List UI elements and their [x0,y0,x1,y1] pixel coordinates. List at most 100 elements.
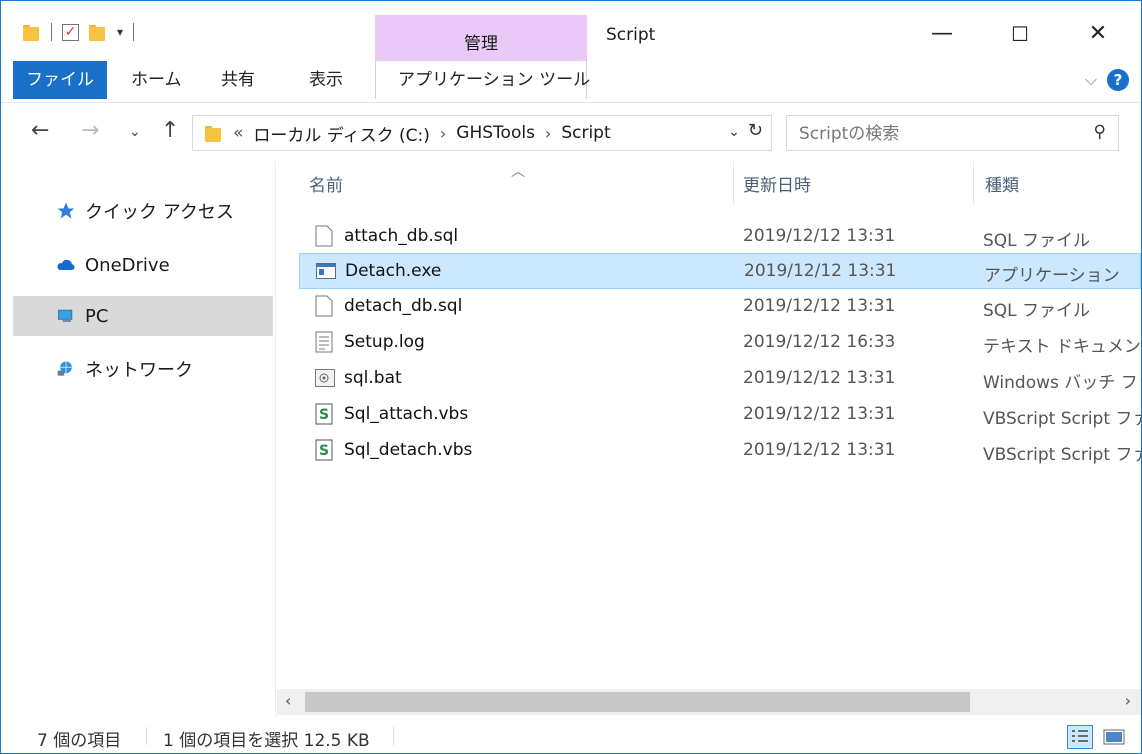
scroll-left-arrow-icon[interactable]: ‹ [285,691,291,710]
file-name: detach_db.sql [344,296,463,316]
refresh-icon[interactable]: ↻ [748,120,763,141]
cloud-icon [57,259,75,270]
file-date: 2019/12/12 13:31 [743,368,896,388]
file-type: Windows バッチ ファイル [983,373,1141,393]
scroll-right-arrow-icon[interactable]: › [1125,691,1131,710]
status-selection: 1 個の項目を選択 12.5 KB [163,731,370,751]
column-header-name[interactable]: 名前 [309,161,343,211]
minimize-button[interactable]: — [917,19,967,49]
column-header-date[interactable]: 更新日時 [743,161,811,211]
file-date: 2019/12/12 13:31 [743,296,896,316]
svg-text:S: S [319,407,329,423]
up-arrow-icon[interactable]: ↑ [161,118,179,143]
pc-icon [58,309,73,322]
large-icons-view-icon [1103,729,1125,745]
file-name: Detach.exe [345,261,442,281]
nav-item-pc[interactable]: PC [13,296,273,336]
file-row[interactable]: sql.bat 2019/12/12 13:31 Windows バッチ ファイ… [299,361,1141,397]
file-type: VBScript Script ファイル [983,409,1141,429]
file-name: sql.bat [344,368,402,388]
search-box[interactable]: ⚲ [786,115,1119,151]
status-divider [393,727,394,745]
file-date: 2019/12/12 13:31 [743,404,896,424]
file-icon [315,225,333,247]
context-tab-header: 管理 [375,15,587,61]
expand-ribbon-chevron-icon[interactable]: ⌵ [1085,70,1097,90]
column-divider[interactable] [973,161,974,205]
nav-item-onedrive[interactable]: OneDrive [13,245,273,285]
tab-application-tools[interactable]: アプリケーション ツール [398,61,590,99]
svg-text:S: S [319,443,329,459]
file-row[interactable]: Setup.log 2019/12/12 16:33 テキスト ドキュメント [299,325,1141,361]
tab-share[interactable]: 共有 [221,61,255,99]
file-row[interactable]: S Sql_attach.vbs 2019/12/12 13:31 VBScri… [299,397,1141,433]
quick-access-toolbar: ✓ ▾ [23,23,135,41]
breadcrumb-ghstools[interactable]: GHSTools [456,123,535,143]
nav-item-quick-access[interactable]: クイック アクセス [13,191,273,231]
breadcrumb-overflow[interactable]: « [233,123,243,143]
help-icon[interactable]: ? [1107,69,1129,91]
recent-locations-chevron-icon[interactable]: ⌄ [129,124,141,140]
vbs-file-icon: S [315,403,333,425]
scrollbar-thumb[interactable] [305,692,970,712]
tab-file[interactable]: ファイル [13,61,107,99]
customize-toolbar-dropdown-icon[interactable]: ▾ [117,25,123,39]
separator [51,23,52,41]
tab-home[interactable]: ホーム [131,61,182,99]
nav-item-label: PC [85,305,109,327]
batch-file-icon [315,369,335,387]
address-tail: ⌄ ↻ [728,120,763,141]
maximize-button[interactable]: ☐ [995,19,1045,49]
file-name: Setup.log [344,332,425,352]
details-view-button[interactable] [1067,725,1093,749]
file-type: SQL ファイル [983,231,1091,251]
ribbon-tabs: ファイル ホーム 共有 表示 アプリケーション ツール ⌵ ? [1,61,1141,103]
status-divider [146,727,147,745]
breadcrumb-separator-icon[interactable]: › [545,124,551,143]
file-row[interactable]: S Sql_detach.vbs 2019/12/12 13:31 VBScri… [299,433,1141,469]
file-date: 2019/12/12 16:33 [743,332,896,352]
breadcrumb-script[interactable]: Script [561,123,610,143]
back-arrow-icon[interactable]: ← [31,118,49,143]
status-bar: 7 個の項目 1 個の項目を選択 12.5 KB [1,717,1141,753]
nav-item-network[interactable]: ネットワーク [13,349,273,389]
file-date: 2019/12/12 13:31 [743,226,896,246]
nav-item-label: OneDrive [85,254,170,276]
address-history-chevron-icon[interactable]: ⌄ [728,120,740,141]
file-type: アプリケーション [984,266,1120,286]
context-tab-header-label: 管理 [464,34,498,54]
explorer-window: ✓ ▾ 管理 Script — ☐ ✕ ファイル ホーム 共有 表示 アプリケー… [0,0,1142,754]
breadcrumb-local-disk[interactable]: ローカル ディスク (C:) [253,121,429,146]
folder-icon [205,124,223,142]
folder-icon[interactable] [23,23,41,41]
horizontal-scrollbar[interactable]: ‹ › [277,689,1141,715]
address-bar[interactable]: « ローカル ディスク (C:) › GHSTools › Script ⌄ ↻ [192,115,772,151]
status-item-count: 7 個の項目 [37,731,122,751]
tab-view[interactable]: 表示 [309,61,343,99]
file-row-selected[interactable]: Detach.exe 2019/12/12 13:31 アプリケーション [299,253,1141,289]
nav-item-label: クイック アクセス [85,202,234,223]
file-row[interactable]: detach_db.sql 2019/12/12 13:31 SQL ファイル [299,289,1141,325]
new-folder-icon[interactable] [89,23,107,41]
close-button[interactable]: ✕ [1073,19,1123,49]
column-divider[interactable] [733,161,734,205]
file-name: Sql_attach.vbs [344,404,469,424]
large-icons-view-button[interactable] [1101,725,1127,749]
sort-ascending-icon: ︿ [511,164,525,180]
breadcrumb-separator-icon[interactable]: › [440,124,446,143]
window-title: Script [606,25,656,45]
exe-icon [316,263,336,279]
column-header-type[interactable]: 種類 [985,161,1019,211]
file-type: SQL ファイル [983,301,1091,321]
file-icon [315,295,333,317]
text-file-icon [315,331,333,353]
search-input[interactable] [799,122,1069,146]
file-date: 2019/12/12 13:31 [743,440,896,460]
forward-arrow-icon[interactable]: → [81,118,99,143]
address-row: ← → ⌄ ↑ « ローカル ディスク (C:) › GHSTools › Sc… [1,104,1141,160]
file-row[interactable]: attach_db.sql 2019/12/12 13:31 SQL ファイル [299,219,1141,255]
properties-check-icon[interactable]: ✓ [62,23,79,41]
file-name: attach_db.sql [344,226,459,246]
vbs-file-icon: S [315,439,333,461]
search-icon[interactable]: ⚲ [1094,122,1106,142]
